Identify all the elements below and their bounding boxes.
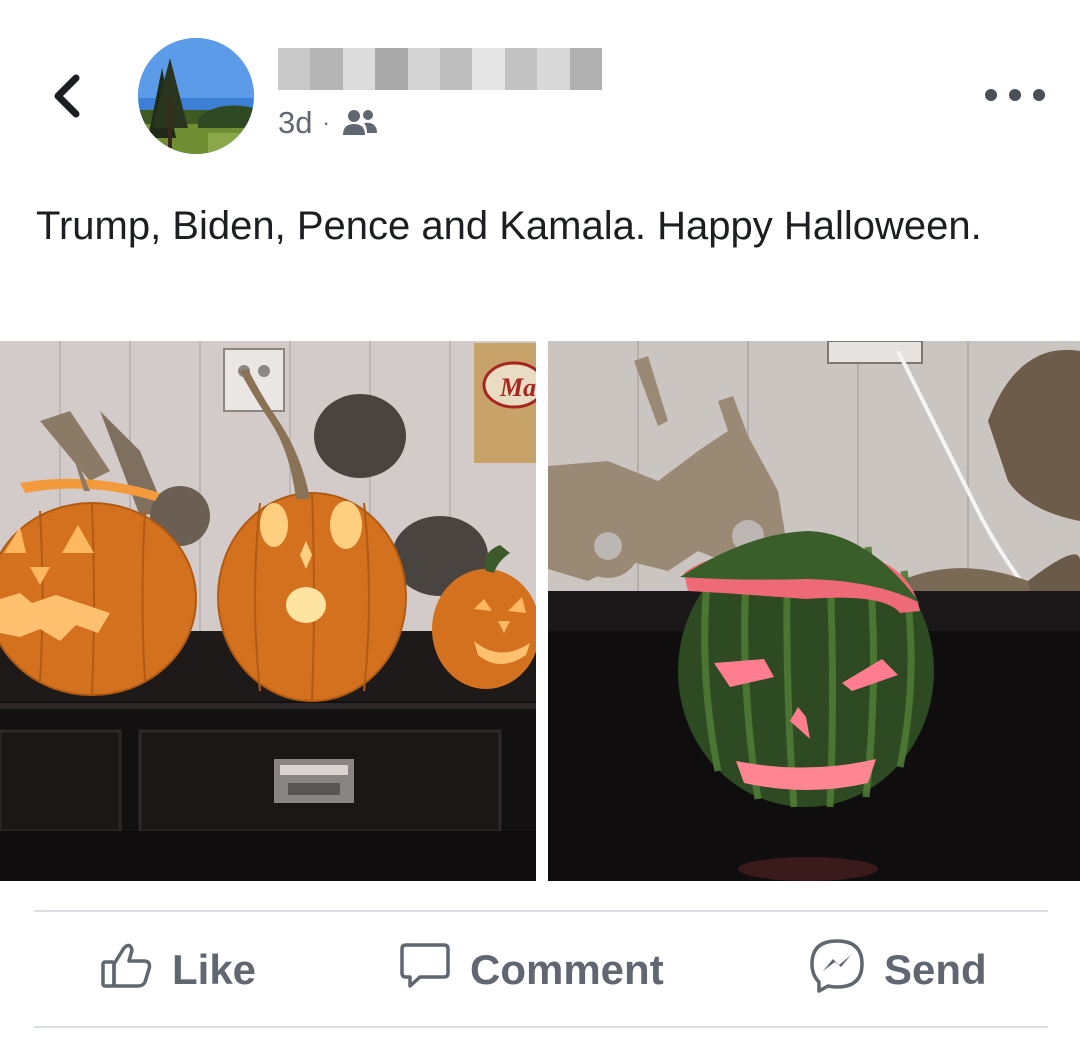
avatar-image [138,38,254,154]
sign-text: Ma [499,373,536,402]
post-text: Trump, Biden, Pence and Kamala. Happy Ha… [36,204,982,248]
post-actions: Like Comment Send [0,914,1080,1026]
chevron-left-icon [54,74,80,118]
pumpkins-image: Ma [0,341,536,881]
post-header: 3d · [0,0,1080,170]
post-time[interactable]: 3d [278,105,312,141]
send-button[interactable]: Send [808,914,987,1026]
actions-divider-bottom [34,1026,1048,1028]
like-button[interactable]: Like [100,914,256,1026]
watermelon-photo[interactable] [548,341,1080,881]
post-meta: 3d · [278,103,380,143]
send-label: Send [884,946,987,993]
more-dot-icon [1009,89,1021,101]
messenger-icon [808,937,866,1003]
like-label: Like [172,946,257,993]
comment-icon [398,939,452,1001]
more-dot-icon [1033,89,1045,101]
avatar[interactable] [138,38,254,154]
author-name-redacted [278,48,603,90]
pumpkins-photo[interactable]: Ma [0,341,536,881]
back-button[interactable] [48,70,88,122]
meta-separator: · [322,110,330,135]
watermelon-image [548,341,1080,881]
more-options-button[interactable] [985,80,1045,110]
actions-divider-top [34,910,1048,912]
thumbs-up-icon [100,940,154,1000]
more-dot-icon [985,89,997,101]
comment-label: Comment [470,946,664,993]
friends-icon [342,110,377,135]
comment-button[interactable]: Comment [398,914,664,1026]
